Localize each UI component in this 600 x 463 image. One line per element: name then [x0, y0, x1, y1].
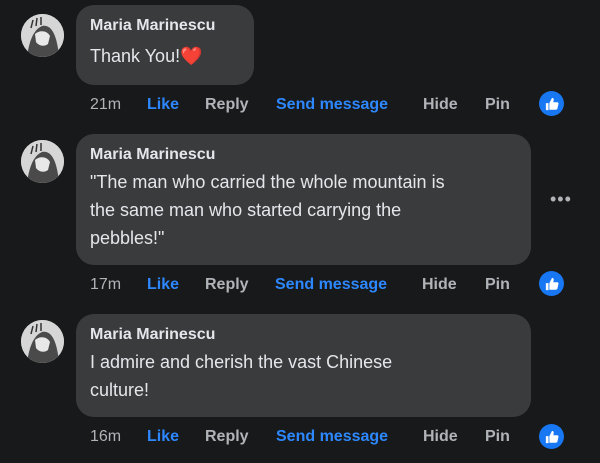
pin-link[interactable]: Pin	[485, 425, 510, 449]
comment-timestamp[interactable]: 21m	[90, 93, 121, 117]
thumbs-up-icon	[545, 277, 559, 290]
avatar-image	[21, 14, 64, 57]
comment-text-line: the same man who started carrying the	[90, 200, 402, 220]
heart-emoji: ❤️	[180, 46, 203, 66]
like-link[interactable]: Like	[147, 425, 179, 449]
comment-bubble: Maria Marinescu I admire and cherish the…	[76, 314, 531, 417]
comment-actions: 21m Like Reply Send message Hide Pin	[76, 93, 600, 117]
comment-author[interactable]: Maria Marinescu	[90, 324, 517, 346]
reply-link[interactable]: Reply	[205, 93, 249, 117]
comment-text-line: culture!	[90, 380, 150, 400]
hide-link[interactable]: Hide	[423, 425, 458, 449]
send-message-link[interactable]: Send message	[275, 273, 387, 297]
pin-link[interactable]: Pin	[485, 273, 510, 297]
comment-text: Thank You!	[90, 46, 181, 66]
avatar[interactable]	[21, 140, 64, 183]
avatar[interactable]	[21, 14, 64, 57]
comment-text-line: "The man who carried the whole mountain …	[90, 172, 445, 192]
comment-timestamp[interactable]: 17m	[90, 273, 121, 297]
thumbs-up-icon	[545, 97, 559, 110]
like-reaction-badge[interactable]	[539, 271, 564, 296]
like-reaction-badge[interactable]	[539, 91, 564, 116]
comment-bubble: Maria Marinescu "The man who carried the…	[76, 134, 531, 265]
send-message-link[interactable]: Send message	[276, 425, 388, 449]
comment-actions: 17m Like Reply Send message Hide Pin	[76, 273, 600, 297]
avatar-image	[21, 320, 64, 363]
comment-bubble: Maria Marinescu Thank You!❤️	[76, 5, 254, 85]
like-link[interactable]: Like	[147, 93, 179, 117]
reply-link[interactable]: Reply	[205, 425, 249, 449]
reply-link[interactable]: Reply	[205, 273, 249, 297]
more-options-icon[interactable]: •••	[550, 190, 572, 208]
comment-text-line: I admire and cherish the vast Chinese	[90, 352, 393, 372]
comment-timestamp[interactable]: 16m	[90, 425, 121, 449]
avatar-image	[21, 140, 64, 183]
like-reaction-badge[interactable]	[539, 424, 564, 449]
comment-author[interactable]: Maria Marinescu	[90, 15, 240, 37]
hide-link[interactable]: Hide	[422, 273, 457, 297]
comment-author[interactable]: Maria Marinescu	[90, 144, 517, 166]
thumbs-up-icon	[545, 430, 559, 443]
send-message-link[interactable]: Send message	[276, 93, 388, 117]
comment-actions: 16m Like Reply Send message Hide Pin	[76, 425, 600, 449]
avatar[interactable]	[21, 320, 64, 363]
like-link[interactable]: Like	[147, 273, 179, 297]
hide-link[interactable]: Hide	[423, 93, 458, 117]
pin-link[interactable]: Pin	[485, 93, 510, 117]
comment-text-line: pebbles!"	[90, 228, 165, 248]
